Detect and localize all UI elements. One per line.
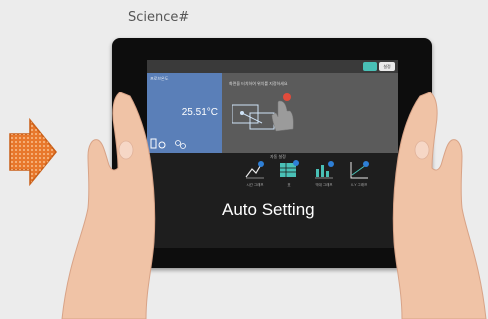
temperature-label: 프로브온도 bbox=[150, 76, 169, 81]
brand-label: Science# bbox=[128, 10, 190, 25]
instruction-text: 화면을 터치하여 위치를 지정하세요 bbox=[229, 81, 288, 86]
settings-button[interactable]: 설정 bbox=[379, 62, 395, 71]
tool-label-time: 시간 그래프 bbox=[246, 183, 264, 187]
tool-label-xy: X-Y 그래프 bbox=[350, 183, 368, 187]
xy-graph-icon[interactable] bbox=[348, 159, 370, 181]
auto-setting-caption: Auto Setting bbox=[222, 200, 315, 219]
selection-diagram bbox=[232, 93, 294, 132]
sensor-icons[interactable] bbox=[150, 137, 190, 151]
temperature-value: 25.51°C bbox=[181, 107, 218, 118]
left-hand bbox=[61, 92, 156, 319]
time-graph-icon[interactable] bbox=[244, 159, 266, 181]
tool-label-bar: 막대 그래프 bbox=[315, 183, 333, 187]
tool-label-table: 표 bbox=[287, 183, 291, 187]
temperature-panel: 프로브온도 25.51°C bbox=[147, 73, 222, 153]
bar-graph-icon[interactable] bbox=[313, 159, 335, 181]
work-panel[interactable]: 화면을 터치하여 위치를 지정하세요 bbox=[222, 73, 398, 153]
table-icon[interactable] bbox=[278, 159, 300, 181]
app-top-bar: 설정 bbox=[147, 60, 398, 73]
arrow-badge-icon bbox=[9, 117, 57, 187]
right-hand bbox=[392, 92, 487, 319]
home-button[interactable] bbox=[363, 62, 377, 71]
